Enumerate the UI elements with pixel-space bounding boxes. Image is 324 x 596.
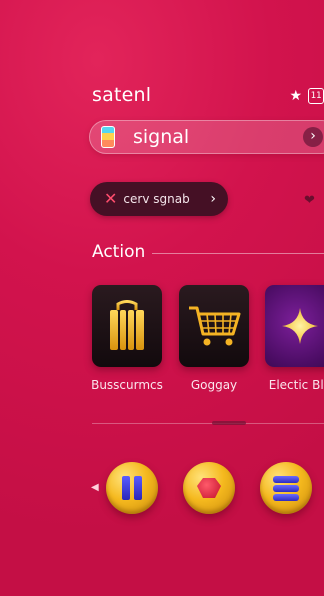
tile-label: Electic Blu — [268, 378, 324, 392]
section-divider — [152, 253, 324, 254]
x-logo-icon: ✕ — [104, 189, 118, 208]
app-brand-title: satenl — [92, 84, 152, 106]
pause-icon — [122, 476, 142, 500]
chevron-right-icon: › — [210, 191, 216, 207]
pause-button[interactable] — [106, 462, 158, 514]
status-indicators: ★ 11 — [289, 88, 324, 104]
app-icon — [101, 126, 115, 148]
record-icon — [197, 478, 221, 498]
heart-icon[interactable]: ❤ — [304, 193, 315, 208]
sparkle-icon — [282, 308, 318, 344]
signal-label: signal — [133, 126, 190, 148]
stack-button[interactable] — [260, 462, 312, 514]
chip-label: cerv sgnab — [123, 192, 190, 206]
record-button[interactable] — [183, 462, 235, 514]
tickets-icon — [110, 300, 144, 350]
drag-handle[interactable] — [212, 421, 246, 425]
stack-icon — [273, 475, 299, 501]
left-arrow-icon[interactable]: ◀ — [91, 482, 99, 493]
tile-goggay[interactable] — [179, 285, 249, 367]
cart-icon — [189, 306, 241, 346]
tile-electic-blu[interactable] — [265, 285, 324, 367]
status-box-icon: 11 — [308, 88, 324, 104]
tile-busscurmcs[interactable] — [92, 285, 162, 367]
section-title: Action — [92, 242, 146, 262]
star-icon: ★ — [289, 88, 302, 104]
signal-search-pill[interactable]: signal › — [89, 120, 324, 154]
signal-chip-button[interactable]: ✕ cerv sgnab › — [90, 182, 228, 216]
chevron-right-icon[interactable]: › — [303, 127, 323, 147]
tile-label: Busscurmcs — [91, 378, 163, 392]
content-divider — [92, 423, 324, 424]
tile-label: Goggay — [190, 378, 238, 392]
